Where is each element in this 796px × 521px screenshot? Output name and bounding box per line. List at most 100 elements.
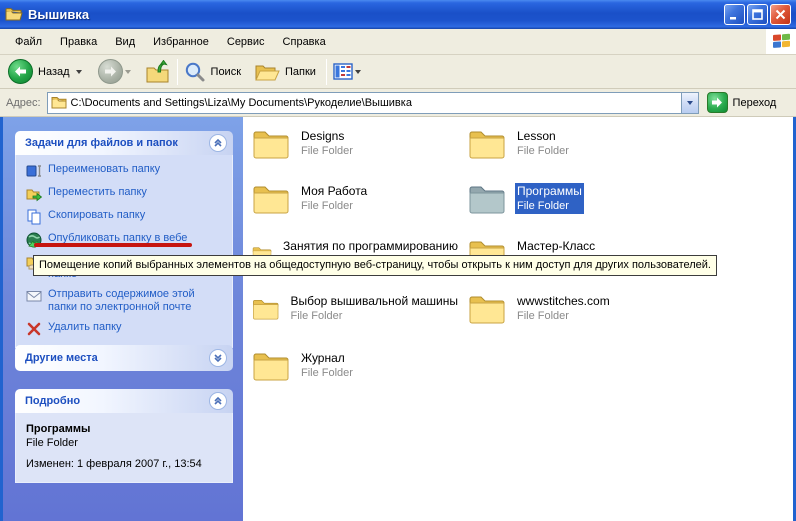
- red-underline-annotation: [34, 243, 192, 247]
- task-email-folder[interactable]: Отправить содержимое этой папки по элект…: [26, 288, 226, 314]
- maximize-button[interactable]: [747, 4, 768, 25]
- file-tile-wwwstitches[interactable]: wwwstitches.com File Folder: [468, 293, 676, 339]
- other-places-title: Другие места: [25, 352, 98, 364]
- file-name: wwwstitches.com: [517, 294, 610, 309]
- task-label: Отправить содержимое этой папки по элект…: [48, 288, 220, 314]
- menu-view[interactable]: Вид: [106, 30, 144, 54]
- details-title: Подробно: [25, 395, 80, 407]
- views-dropdown-icon[interactable]: [355, 70, 361, 74]
- address-dropdown-button[interactable]: [681, 93, 698, 113]
- details-file-type: File Folder: [26, 437, 224, 449]
- details-file-name: Программы: [26, 423, 224, 435]
- file-name: Designs: [301, 129, 353, 144]
- file-name: Журнал: [301, 351, 353, 366]
- toolbar-separator: [177, 59, 178, 85]
- task-label: Переименовать папку: [48, 163, 160, 176]
- menu-help[interactable]: Справка: [274, 30, 335, 54]
- file-name: Занятия по программированию: [283, 239, 458, 254]
- window-title: Вышивка: [28, 7, 89, 22]
- task-copy-folder[interactable]: Скопировать папку: [26, 209, 226, 225]
- go-button[interactable]: Переход: [707, 92, 777, 113]
- chevron-up-icon[interactable]: [209, 392, 227, 410]
- file-type: File Folder: [301, 366, 353, 380]
- file-type: File Folder: [517, 144, 569, 158]
- search-icon: [184, 61, 206, 83]
- file-name: Выбор вышивальной машины: [290, 294, 458, 309]
- minimize-button[interactable]: [724, 4, 745, 25]
- up-button[interactable]: [145, 55, 171, 88]
- windows-logo-icon: [766, 29, 796, 54]
- back-icon: [8, 59, 33, 84]
- details-panel: Подробно Программы File Folder Изменен: …: [15, 389, 233, 483]
- file-tile-lesson[interactable]: Lesson File Folder: [468, 128, 676, 174]
- folder-icon: [252, 183, 290, 215]
- toolbar: Назад Поиск: [0, 55, 796, 89]
- copy-icon: [26, 209, 42, 225]
- folders-button[interactable]: Папки: [255, 55, 320, 88]
- file-tile-zhurnal[interactable]: Журнал File Folder: [252, 350, 460, 396]
- folder-icon: [468, 183, 506, 215]
- move-folder-icon: [26, 186, 42, 202]
- file-type: File Folder: [517, 199, 582, 213]
- search-button[interactable]: Поиск: [184, 55, 245, 88]
- chevron-down-icon: [687, 101, 693, 105]
- file-name: Моя Работа: [301, 184, 367, 199]
- back-label: Назад: [38, 66, 70, 78]
- search-label: Поиск: [211, 66, 241, 78]
- task-label: Удалить папку: [48, 321, 122, 334]
- other-places-header[interactable]: Другие места: [15, 345, 233, 371]
- rename-icon: [26, 163, 42, 179]
- file-tasks-body: Переименовать папку Переместить папку Ск…: [15, 155, 233, 348]
- details-header[interactable]: Подробно: [15, 389, 233, 413]
- title-bar: Вышивка: [0, 0, 796, 29]
- file-type: File Folder: [517, 309, 610, 323]
- file-tile-vybor-mashiny[interactable]: Выбор вышивальной машины File Folder: [252, 293, 460, 339]
- address-label: Адрес:: [6, 97, 41, 109]
- details-body: Программы File Folder Изменен: 1 февраля…: [15, 413, 233, 483]
- back-dropdown-icon[interactable]: [76, 70, 82, 74]
- other-places-panel: Другие места: [15, 345, 233, 371]
- menu-file[interactable]: Файл: [6, 30, 51, 54]
- close-button[interactable]: [770, 4, 791, 25]
- folder-icon: [252, 350, 290, 382]
- file-tasks-panel: Задачи для файлов и папок Переименовать …: [15, 131, 233, 348]
- menu-edit[interactable]: Правка: [51, 30, 106, 54]
- chevron-down-icon[interactable]: [209, 349, 227, 367]
- address-folder-icon: [51, 96, 67, 109]
- up-folder-icon: [145, 60, 171, 84]
- address-bar: Адрес: C:\Documents and Settings\Liza\My…: [0, 89, 796, 117]
- folder-icon: [468, 293, 506, 325]
- file-tile-programmy-selected[interactable]: Программы File Folder: [468, 183, 676, 229]
- email-icon: [26, 288, 42, 304]
- folders-icon: [255, 62, 280, 82]
- file-tile-designs[interactable]: Designs File Folder: [252, 128, 460, 174]
- folder-icon: [252, 293, 279, 325]
- address-input[interactable]: C:\Documents and Settings\Liza\My Docume…: [47, 92, 699, 114]
- task-move-folder[interactable]: Переместить папку: [26, 186, 226, 202]
- explorer-window: Вышивка Файл Правка Вид Избранное Сервис…: [0, 0, 796, 521]
- file-name: Lesson: [517, 129, 569, 144]
- toolbar-separator: [326, 59, 327, 85]
- window-folder-icon: [5, 7, 23, 22]
- folder-icon: [252, 128, 290, 160]
- address-path: C:\Documents and Settings\Liza\My Docume…: [71, 97, 412, 109]
- task-delete-folder[interactable]: Удалить папку: [26, 321, 226, 337]
- task-rename-folder[interactable]: Переименовать папку: [26, 163, 226, 179]
- folders-label: Папки: [285, 66, 316, 78]
- menu-favorites[interactable]: Избранное: [144, 30, 218, 54]
- task-label: Переместить папку: [48, 186, 147, 199]
- forward-button[interactable]: [98, 55, 137, 88]
- file-type: File Folder: [290, 309, 458, 323]
- task-sidebar: Задачи для файлов и папок Переименовать …: [3, 117, 243, 521]
- file-tasks-title: Задачи для файлов и папок: [25, 137, 178, 149]
- delete-icon: [26, 321, 42, 337]
- menu-tools[interactable]: Сервис: [218, 30, 274, 54]
- views-button[interactable]: [333, 55, 367, 88]
- file-type: File Folder: [301, 144, 353, 158]
- file-tasks-header[interactable]: Задачи для файлов и папок: [15, 131, 233, 155]
- file-name: Программы: [517, 184, 582, 199]
- back-button[interactable]: Назад: [8, 55, 88, 88]
- chevron-up-icon[interactable]: [209, 134, 227, 152]
- file-tile-moya-rabota[interactable]: Моя Работа File Folder: [252, 183, 460, 229]
- file-list-area[interactable]: Designs File Folder Lesson File Folder М…: [243, 117, 793, 521]
